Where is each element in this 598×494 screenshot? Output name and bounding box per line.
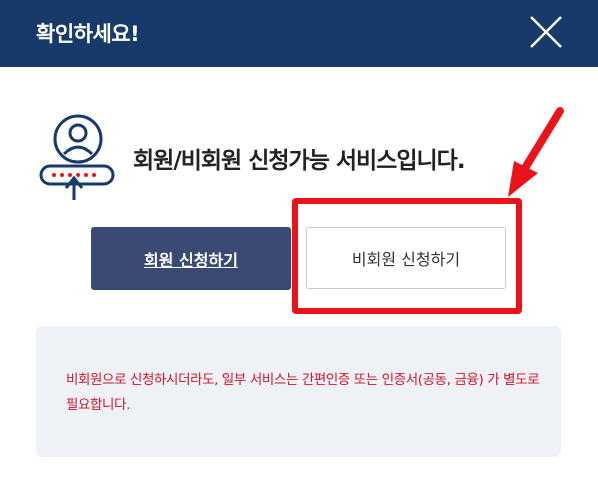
member-apply-button[interactable]: 회원 신청하기 bbox=[91, 227, 291, 290]
user-login-icon bbox=[39, 114, 115, 200]
red-arrow-icon bbox=[508, 107, 564, 197]
dialog-header: 확인하세요! bbox=[0, 0, 598, 67]
nonmember-apply-button[interactable]: 비회원 신청하기 bbox=[306, 227, 506, 289]
dialog-title: 확인하세요! bbox=[36, 22, 140, 46]
notice-text: 비회원으로 신청하시더라도, 일부 서비스는 간편인증 또는 인증서(공동, 금… bbox=[66, 372, 540, 413]
close-button[interactable] bbox=[526, 12, 566, 52]
close-icon bbox=[530, 16, 562, 48]
notice-box: 비회원으로 신청하시더라도, 일부 서비스는 간편인증 또는 인증서(공동, 금… bbox=[36, 326, 561, 457]
service-headline: 회원/비회원 신청가능 서비스입니다. bbox=[133, 148, 466, 174]
